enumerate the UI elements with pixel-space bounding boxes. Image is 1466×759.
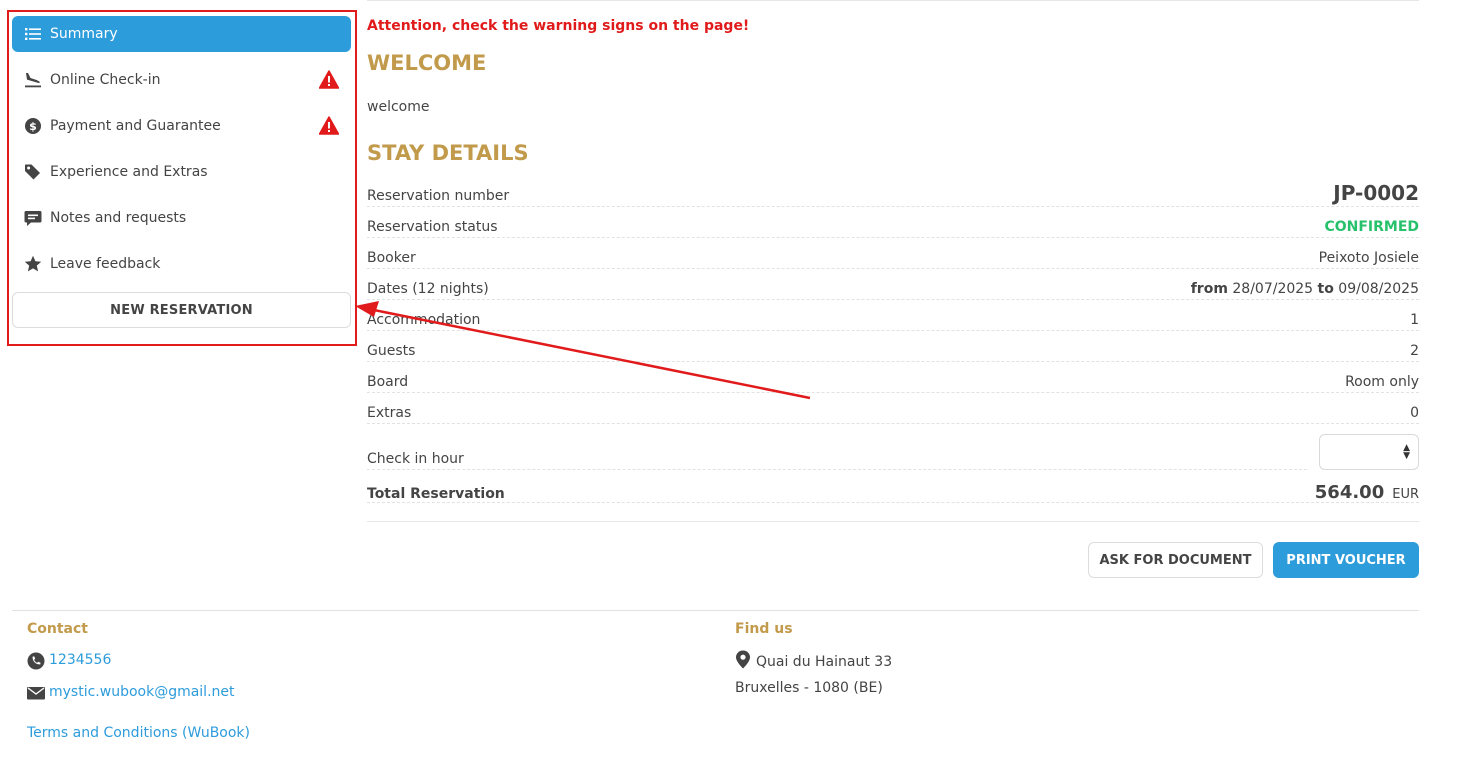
detail-row-booker: Booker Peixoto Josiele [367,249,1419,269]
detail-label: Reservation number [367,188,510,204]
board-value: Room only [1345,374,1419,390]
detail-label: Dates (12 nights) [367,281,489,297]
envelope-icon [27,686,45,700]
detail-row-dates: Dates (12 nights) from 28/07/2025 to 09/… [367,280,1419,300]
detail-row-accommodation: Accommodation 1 [367,311,1419,331]
total-currency: EUR [1392,487,1419,502]
dates-from: 28/07/2025 [1232,281,1314,297]
stay-details-heading: STAY DETAILS [367,141,529,165]
detail-row-status: Reservation status CONFIRMED [367,218,1419,238]
total-value: 564.00 EUR [1315,482,1419,503]
annotation-highlight-box [7,10,357,346]
dates-from-word: from [1190,281,1228,297]
footer-divider [12,610,1419,611]
guests-value: 2 [1410,343,1419,359]
email-link[interactable]: mystic.wubook@gmail.net [49,684,235,700]
select-arrows-icon: ▲ ▼ [1403,443,1410,461]
status-badge: CONFIRMED [1324,219,1419,235]
address-line-2: Bruxelles - 1080 (BE) [735,680,883,696]
detail-row-guests: Guests 2 [367,342,1419,362]
detail-label: Board [367,374,409,390]
detail-row-reservation-number: Reservation number JP-0002 [367,180,1419,207]
dates-value: from 28/07/2025 to 09/08/2025 [1191,281,1419,297]
detail-label: Total Reservation [367,486,505,502]
attention-warning: Attention, check the warning signs on th… [367,18,750,34]
map-pin-icon [735,650,751,669]
detail-row-total: Total Reservation 564.00 EUR [367,482,1419,503]
phone-icon [27,652,45,670]
findus-heading: Find us [735,621,793,637]
detail-label: Reservation status [367,219,498,235]
detail-row-board: Board Room only [367,373,1419,393]
ask-for-document-button[interactable]: ASK FOR DOCUMENT [1088,542,1263,578]
detail-label: Booker [367,250,416,266]
terms-link[interactable]: Terms and Conditions (WuBook) [27,725,250,741]
contact-heading: Contact [27,621,88,637]
detail-row-extras: Extras 0 [367,404,1419,424]
dates-to-word: to [1317,281,1334,297]
top-divider [367,0,1419,1]
welcome-text: welcome [367,99,430,115]
total-amount: 564.00 [1314,482,1385,503]
checkin-hour-select[interactable]: ▲ ▼ [1319,434,1419,470]
extras-value: 0 [1410,405,1419,421]
details-divider [367,521,1419,522]
booker-value: Peixoto Josiele [1318,250,1419,266]
address-line-1: Quai du Hainaut 33 [756,654,893,670]
dates-to: 09/08/2025 [1338,281,1419,297]
detail-label: Guests [367,343,416,359]
welcome-heading: WELCOME [367,51,487,75]
accommodation-value: 1 [1410,312,1419,328]
detail-label: Accommodation [367,312,481,328]
print-voucher-button[interactable]: PRINT VOUCHER [1273,542,1419,578]
detail-row-checkin-hour: Check in hour [367,450,1307,470]
detail-label: Extras [367,405,412,421]
phone-link[interactable]: 1234556 [49,652,111,668]
reservation-number-value: JP-0002 [1333,181,1419,205]
detail-label: Check in hour [367,451,464,467]
